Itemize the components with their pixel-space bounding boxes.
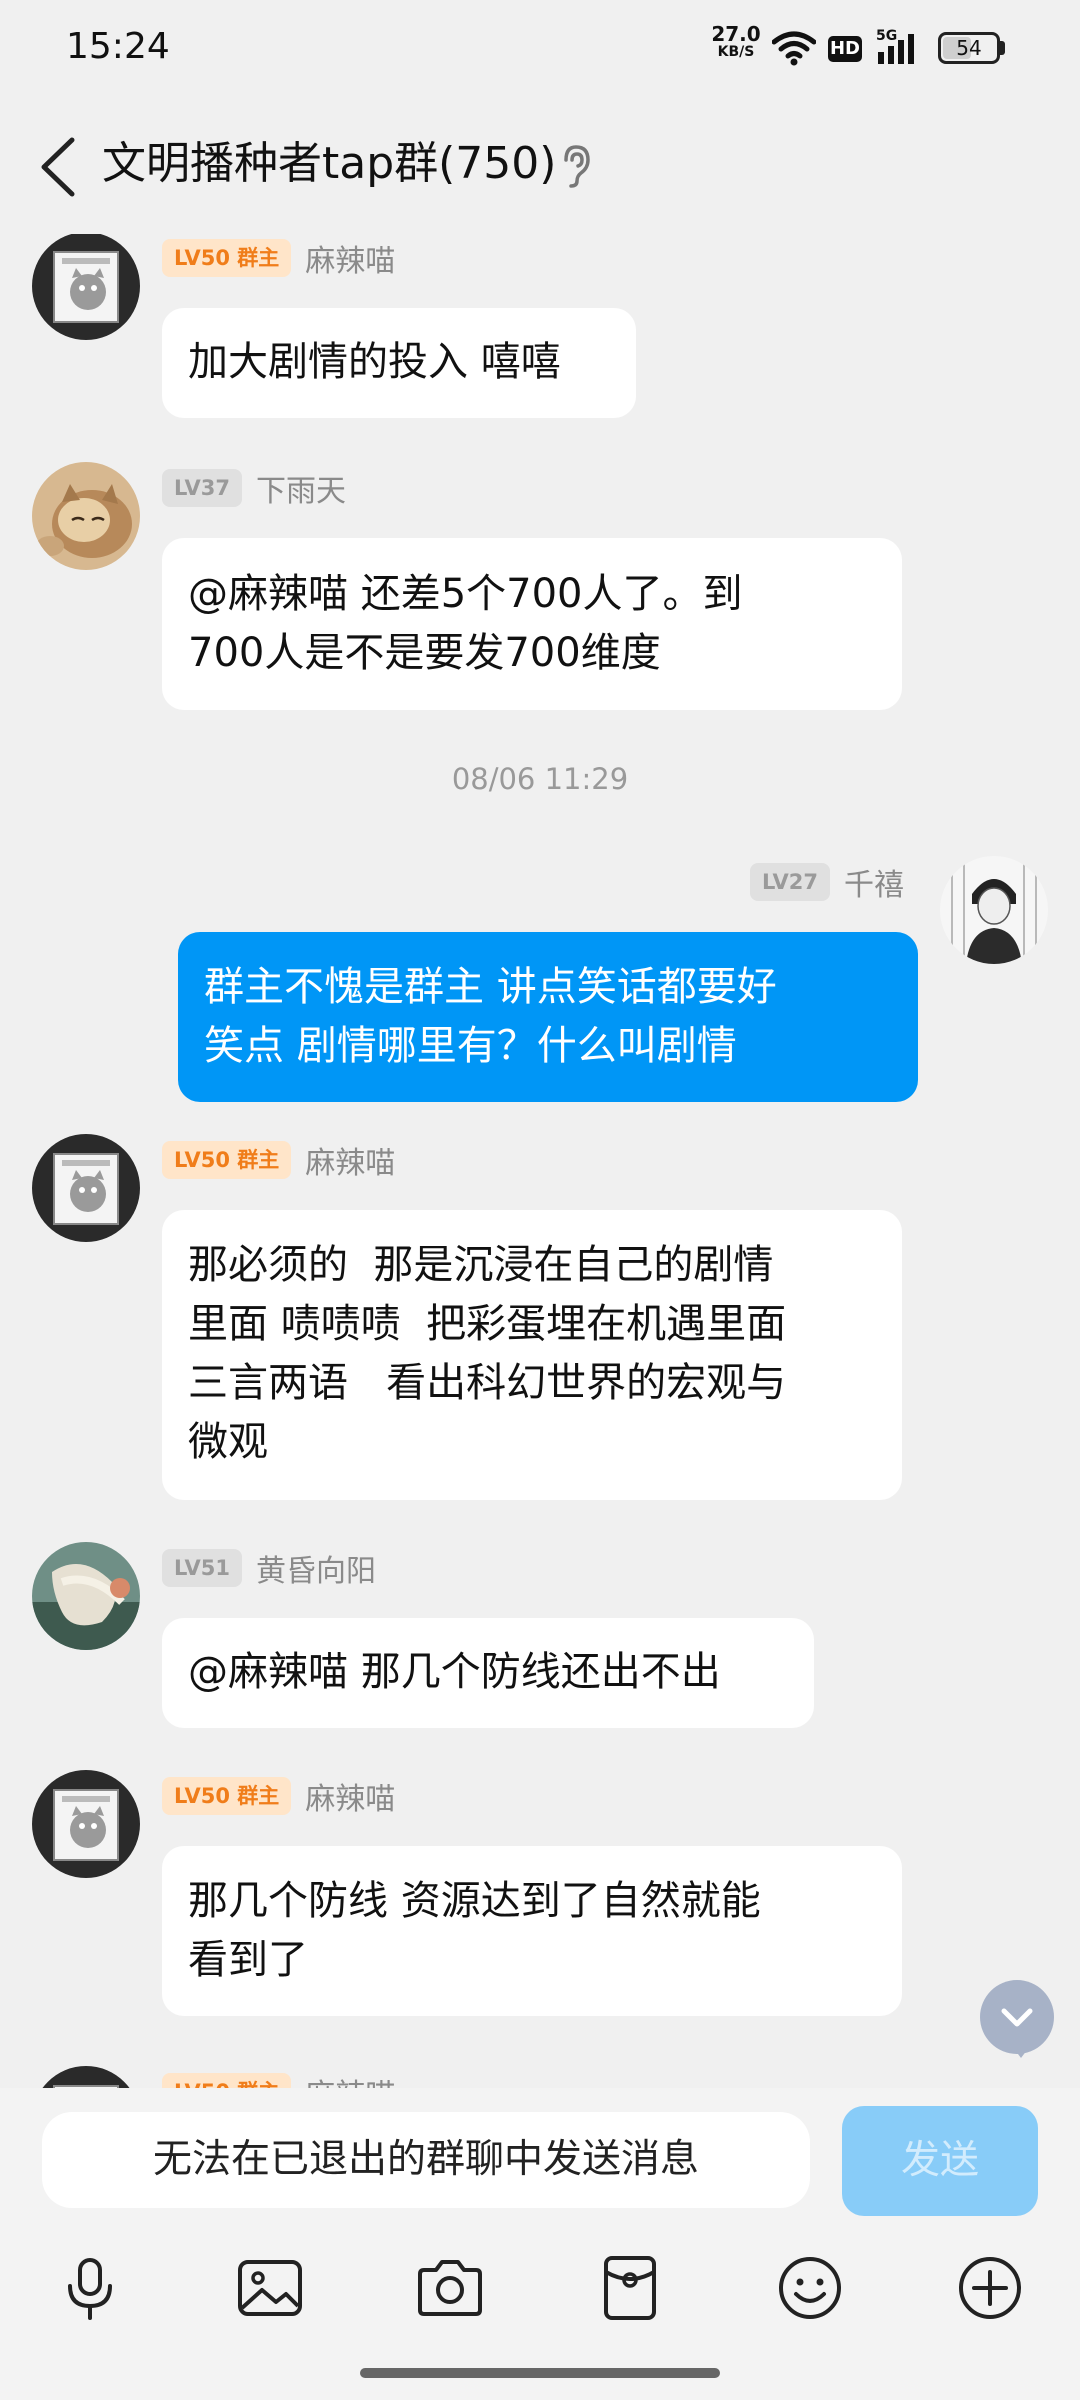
sender-info: LV50 群主 麻辣喵 <box>162 1774 395 1818</box>
sender-info: LV50 群主 麻辣喵 <box>162 2072 395 2088</box>
level-text: LV50 <box>174 1784 230 1808</box>
battery-terminal <box>1000 41 1005 55</box>
role-text: 群主 <box>237 2080 279 2088</box>
cat-cartoon-avatar <box>32 2066 140 2088</box>
sender-info: LV51 黄昏向阳 <box>162 1546 376 1590</box>
chevron-down-icon <box>1001 2008 1033 2027</box>
send-button[interactable]: 发送 <box>842 2106 1038 2216</box>
level-text: LV50 <box>174 246 230 270</box>
level-badge: LV37 <box>162 469 242 507</box>
mermaid-art-avatar <box>32 1542 140 1650</box>
sender-name[interactable]: 麻辣喵 <box>305 236 395 280</box>
message-timestamp: 08/06 11:29 <box>451 762 629 796</box>
back-button[interactable] <box>28 132 88 202</box>
cat-cartoon-avatar <box>32 1770 140 1878</box>
level-text: LV50 <box>174 1148 230 1172</box>
sender-name[interactable]: 麻辣喵 <box>305 2070 395 2088</box>
avatar[interactable] <box>940 856 1048 964</box>
hd-badge: HD <box>828 36 862 62</box>
plus-icon[interactable] <box>954 2252 1026 2324</box>
message-input[interactable]: 无法在已退出的群聊中发送消息 <box>42 2112 810 2208</box>
message-bubble[interactable]: 那几个防线 资源达到了自然就能 看到了 <box>162 1846 902 2016</box>
microphone-icon[interactable] <box>54 2252 126 2324</box>
sender-info: LV50 群主 麻辣喵 <box>162 1138 395 1182</box>
sender-name[interactable]: 千禧 <box>844 860 904 904</box>
avatar[interactable] <box>32 2066 140 2088</box>
level-badge: LV51 <box>162 1549 242 1587</box>
image-icon[interactable] <box>234 2252 306 2324</box>
sender-name[interactable]: 下雨天 <box>256 466 346 510</box>
network-speed-unit: KB/S <box>717 44 755 60</box>
red-packet-icon[interactable] <box>594 2252 666 2324</box>
scroll-button-tail <box>1012 2046 1030 2058</box>
person-sketch-avatar <box>940 856 1048 964</box>
chat-header: 文明播种者tap群(750) <box>0 96 1080 234</box>
avatar[interactable] <box>32 1770 140 1878</box>
network-speed: 27.0 KB/S <box>704 24 768 60</box>
status-bar: 15:24 27.0 KB/S HD 5G 54 <box>0 0 1080 96</box>
sender-info: LV37 下雨天 <box>162 466 346 510</box>
chevron-left-icon <box>41 137 75 197</box>
sender-info: LV50 群主 麻辣喵 <box>162 236 395 280</box>
message-bubble[interactable]: 那必须的 那是沉浸在自己的剧情 里面 啧啧啧 把彩蛋埋在机遇里面 三言两语 看出… <box>162 1210 902 1500</box>
avatar[interactable] <box>32 462 140 570</box>
cat-photo-avatar <box>32 462 140 570</box>
message-list[interactable]: LV50 群主 麻辣喵 加大剧情的投入 嘻嘻 LV37 下雨天 @麻辣喵 还差5… <box>0 234 1080 2088</box>
level-text: LV50 <box>174 2080 230 2088</box>
sender-name[interactable]: 麻辣喵 <box>305 1138 395 1182</box>
level-badge: LV50 群主 <box>162 1141 292 1179</box>
scroll-to-bottom-button[interactable] <box>980 1980 1054 2054</box>
signal-label: 5G <box>876 28 897 44</box>
sender-info: LV27 千禧 <box>750 860 904 904</box>
camera-icon[interactable] <box>414 2252 486 2324</box>
level-badge: LV50 群主 <box>162 2073 292 2088</box>
ear-icon[interactable] <box>558 144 594 188</box>
cat-cartoon-avatar <box>32 1134 140 1242</box>
cat-cartoon-avatar <box>32 234 140 340</box>
avatar[interactable] <box>32 1542 140 1650</box>
role-text: 群主 <box>237 1148 280 1172</box>
battery-indicator: 54 <box>938 32 1000 64</box>
wifi-icon <box>772 31 816 66</box>
level-badge: LV50 群主 <box>162 239 292 277</box>
level-badge: LV50 群主 <box>162 1777 292 1815</box>
battery-level: 54 <box>956 36 982 60</box>
home-indicator[interactable] <box>360 2368 720 2378</box>
sender-name[interactable]: 黄昏向阳 <box>256 1546 376 1590</box>
message-bubble[interactable]: 群主不愧是群主 讲点笑话都要好 笑点 剧情哪里有？什么叫剧情 <box>178 932 918 1102</box>
input-area: 无法在已退出的群聊中发送消息 发送 <box>0 2088 1080 2400</box>
message-bubble[interactable]: @麻辣喵 还差5个700人了。到 700人是不是要发700维度 <box>162 538 902 710</box>
avatar[interactable] <box>32 234 140 340</box>
role-text: 群主 <box>237 246 280 270</box>
role-text: 群主 <box>237 1784 280 1808</box>
emoji-icon[interactable] <box>774 2252 846 2324</box>
message-bubble[interactable]: @麻辣喵 那几个防线还出不出 <box>162 1618 814 1728</box>
sender-name[interactable]: 麻辣喵 <box>305 1774 395 1818</box>
cellular-signal-icon: 5G <box>876 28 914 64</box>
chat-title[interactable]: 文明播种者tap群(750) <box>102 134 556 194</box>
level-badge: LV27 <box>750 863 830 901</box>
message-bubble[interactable]: 加大剧情的投入 嘻嘻 <box>162 308 636 418</box>
avatar[interactable] <box>32 1134 140 1242</box>
status-time: 15:24 <box>66 26 170 67</box>
network-speed-value: 27.0 <box>711 22 761 46</box>
